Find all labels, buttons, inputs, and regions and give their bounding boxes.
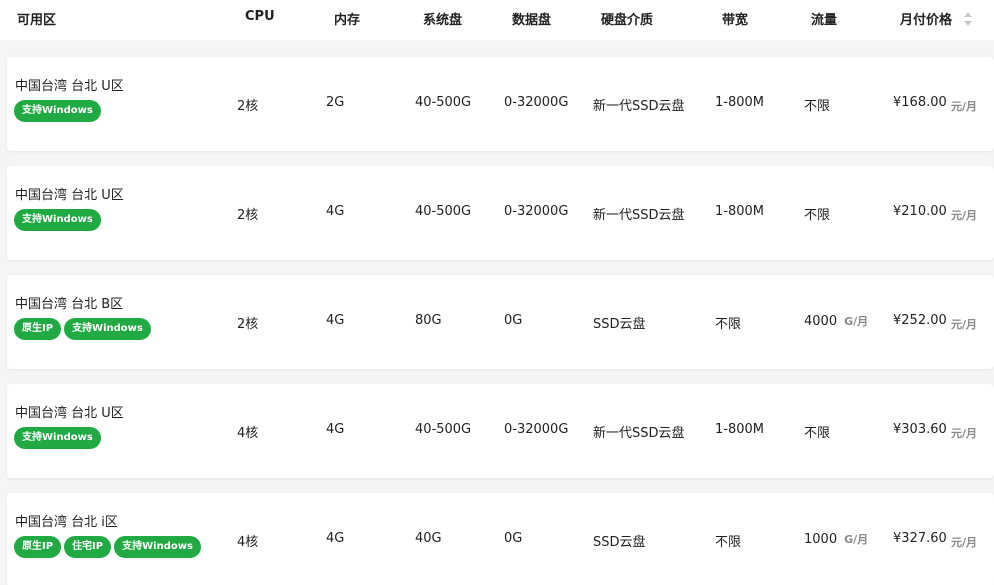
cell-traffic: 不限: [804, 95, 830, 114]
price-unit: 元/月: [951, 100, 978, 113]
price-unit: 元/月: [951, 427, 978, 440]
header-disk-type: 硬盘介质: [601, 13, 654, 28]
traffic-value: 不限: [804, 99, 831, 114]
header-system-disk: 系统盘: [423, 13, 463, 28]
cell-memory: 4G: [326, 531, 345, 546]
cell-disk-type: 新一代SSD云盘: [593, 208, 685, 223]
cell-price: ¥327.60: [893, 531, 947, 546]
cell-price: ¥252.00: [893, 313, 947, 328]
traffic-unit: G/月: [844, 315, 869, 328]
cell-data-disk: 0G: [504, 531, 523, 546]
header-zone: 可用区: [17, 13, 57, 28]
cell-system-disk: 40-500G: [415, 422, 472, 437]
table-row[interactable]: 中国台湾 台北 U区支持Windows 2核 2G 40-500G 0-32000G 新一…: [7, 57, 994, 151]
feature-badge: 原生IP: [14, 536, 62, 558]
feature-badge: 支持Windows: [114, 536, 201, 558]
zone-tags: 支持Windows: [14, 100, 101, 122]
zone-name: 中国台湾 台北 U区: [15, 79, 124, 94]
cell-bandwidth: 不限: [715, 535, 742, 550]
cell-traffic: 1000 G/月: [804, 531, 868, 547]
cell-cpu: 2核: [237, 99, 259, 114]
header-monthly-price[interactable]: 月付价格: [900, 9, 952, 28]
traffic-value: 1000: [804, 532, 838, 547]
header-bandwidth: 带宽: [722, 13, 749, 28]
table-row[interactable]: 中国台湾 台北 U区支持Windows 2核 4G 40-500G 0-32000G 新一…: [7, 166, 994, 260]
zone-name: 中国台湾 台北 B区: [15, 297, 124, 312]
cell-data-disk: 0-32000G: [504, 204, 569, 219]
cell-traffic: 不限: [804, 204, 830, 223]
traffic-value: 不限: [804, 208, 831, 223]
feature-badge: 支持Windows: [14, 427, 101, 449]
traffic-unit: G/月: [844, 533, 869, 546]
cell-memory: 4G: [326, 313, 345, 328]
zone-name: 中国台湾 台北 U区: [15, 406, 124, 421]
pricing-table: 可用区 CPU 内存 系统盘 数据盘 硬盘介质 带宽 流量 月付价格 中国台湾 …: [0, 0, 994, 585]
cell-bandwidth: 不限: [715, 317, 742, 332]
cell-system-disk: 80G: [415, 313, 442, 328]
zone-name: 中国台湾 台北 U区: [15, 188, 124, 203]
cell-price: ¥168.00: [893, 95, 947, 110]
cell-disk-type: SSD云盘: [593, 317, 646, 332]
cell-disk-type: SSD云盘: [593, 535, 646, 550]
cell-data-disk: 0G: [504, 313, 523, 328]
table-row[interactable]: 中国台湾 台北 U区支持Windows 4核 4G 40-500G 0-32000G 新一…: [7, 384, 994, 478]
header-data-disk: 数据盘: [512, 13, 552, 28]
cell-cpu: 2核: [237, 317, 259, 332]
cell-bandwidth: 1-800M: [715, 422, 764, 437]
table-header: 可用区 CPU 内存 系统盘 数据盘 硬盘介质 带宽 流量 月付价格: [0, 0, 994, 40]
zone-tags: 支持Windows: [14, 427, 101, 449]
cell-memory: 4G: [326, 204, 345, 219]
traffic-value: 4000: [804, 314, 838, 329]
cell-memory: 2G: [326, 95, 345, 110]
price-unit: 元/月: [951, 536, 978, 549]
cell-bandwidth: 1-800M: [715, 95, 764, 110]
cell-cpu: 4核: [237, 535, 259, 550]
sort-icon[interactable]: [962, 10, 974, 28]
feature-badge: 支持Windows: [64, 318, 151, 340]
feature-badge: 原生IP: [14, 318, 62, 340]
cell-data-disk: 0-32000G: [504, 95, 569, 110]
cell-system-disk: 40-500G: [415, 95, 472, 110]
cell-data-disk: 0-32000G: [504, 422, 569, 437]
cell-disk-type: 新一代SSD云盘: [593, 99, 685, 114]
header-traffic: 流量: [811, 13, 838, 28]
zone-tags: 支持Windows: [14, 209, 101, 231]
cell-cpu: 4核: [237, 426, 259, 441]
cell-traffic: 不限: [804, 422, 830, 441]
cell-memory: 4G: [326, 422, 345, 437]
feature-badge: 住宅IP: [64, 536, 112, 558]
cell-system-disk: 40-500G: [415, 204, 472, 219]
cell-traffic: 4000 G/月: [804, 313, 868, 329]
header-memory: 内存: [334, 13, 361, 28]
zone-tags: 原生IP 住宅IP 支持Windows: [14, 536, 201, 558]
traffic-value: 不限: [804, 426, 831, 441]
cell-price: ¥303.60: [893, 422, 947, 437]
cell-system-disk: 40G: [415, 531, 442, 546]
feature-badge: 支持Windows: [14, 209, 101, 231]
zone-name: 中国台湾 台北 i区: [15, 515, 118, 530]
zone-tags: 原生IP 支持Windows: [14, 318, 151, 340]
table-row[interactable]: 中国台湾 台北 i区原生IP 住宅IP 支持Windows 4核 4G 40G 0G SSD云…: [7, 493, 994, 585]
header-cpu: CPU: [245, 9, 275, 24]
table-row[interactable]: 中国台湾 台北 B区原生IP 支持Windows 2核 4G 80G 0G SSD云盘 不限 4…: [7, 275, 994, 369]
cell-cpu: 2核: [237, 208, 259, 223]
price-unit: 元/月: [951, 209, 978, 222]
cell-bandwidth: 1-800M: [715, 204, 764, 219]
cell-disk-type: 新一代SSD云盘: [593, 426, 685, 441]
price-unit: 元/月: [951, 318, 978, 331]
cell-price: ¥210.00: [893, 204, 947, 219]
feature-badge: 支持Windows: [14, 100, 101, 122]
